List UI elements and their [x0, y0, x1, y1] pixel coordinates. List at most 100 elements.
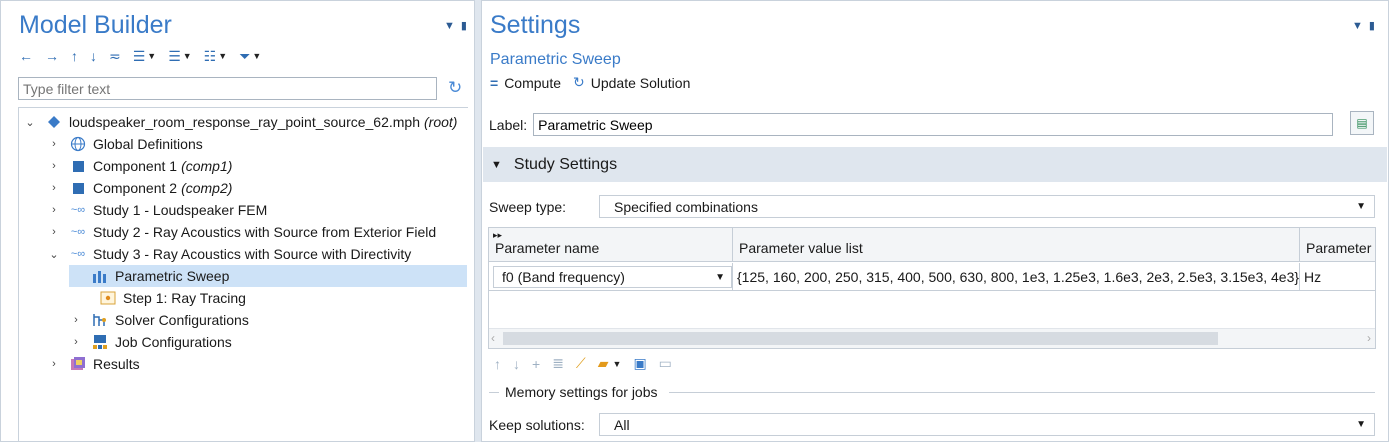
solver-configurations-icon	[91, 312, 109, 328]
list-icon: ☷	[203, 47, 217, 64]
tree-node-component-2[interactable]: › Component 2 (comp2)	[47, 177, 232, 199]
tree-node-study-1[interactable]: › ~∞ Study 1 - Loudspeaker FEM	[47, 199, 267, 221]
tree-node-label: Component 1	[93, 158, 178, 174]
parametric-sweep-icon	[91, 268, 109, 284]
save-to-file-icon[interactable]: ▣	[633, 355, 646, 372]
panel-pin-controls[interactable]: ▼ ▮	[444, 19, 467, 32]
forward-arrow-icon[interactable]: →	[45, 48, 59, 64]
scrollbar-thumb[interactable]	[503, 332, 1218, 345]
tree-node-parametric-sweep[interactable]: Parametric Sweep	[69, 265, 467, 287]
column-header-parameter-value-list[interactable]: Parameter value list	[733, 228, 1300, 262]
parameter-name-cell[interactable]: f0 (Band frequency) ▼	[489, 263, 733, 291]
tree-node-label: Component 2	[93, 180, 178, 196]
expand-chevron-icon[interactable]: ›	[47, 226, 61, 238]
tree-node-component-1[interactable]: › Component 1 (comp1)	[47, 155, 232, 177]
label-row: Label:	[489, 113, 1334, 136]
move-down-icon[interactable]: ↓	[513, 356, 520, 372]
study-icon: ~∞	[70, 204, 86, 216]
label-input[interactable]	[533, 113, 1334, 136]
column-header-parameter-name[interactable]: ▸▸ Parameter name	[489, 228, 733, 262]
chevron-down-icon[interactable]: ▼	[613, 359, 622, 369]
double-arrow-icon[interactable]: ▸▸	[493, 230, 502, 241]
table-horizontal-scrollbar[interactable]: ‹ ›	[489, 328, 1375, 348]
parameter-unit-cell[interactable]: Hz	[1300, 263, 1375, 291]
parameter-value-list-cell[interactable]: {125, 160, 200, 250, 315, 400, 500, 630,…	[733, 263, 1300, 291]
parameter-table: ▸▸ Parameter name Parameter value list P…	[488, 227, 1376, 349]
collapse-chevron-icon[interactable]: ⌄	[23, 116, 37, 129]
component-cube-icon	[69, 180, 87, 196]
collapse-sections-button[interactable]: ☰ ▼	[168, 48, 191, 65]
panel-menu-chevron-icon[interactable]: ▼	[444, 20, 455, 32]
pin-icon[interactable]: ▮	[1369, 20, 1375, 32]
label-caption: Label:	[489, 116, 528, 133]
add-icon[interactable]: +	[532, 356, 540, 372]
tree-node-root[interactable]: ⌄ loudspeaker_room_response_ray_point_so…	[23, 111, 457, 133]
filter-button[interactable]: ⏷ ▼	[239, 48, 261, 65]
compute-button[interactable]: Compute	[504, 75, 561, 91]
keep-solutions-caption: Keep solutions:	[489, 416, 585, 433]
reset-label-icon: ▤	[1356, 116, 1368, 130]
move-up-icon[interactable]: ↑	[71, 48, 78, 64]
tree-node-step-1[interactable]: Step 1: Ray Tracing	[77, 287, 246, 309]
update-solution-icon[interactable]: ↻	[573, 74, 585, 91]
back-arrow-icon[interactable]: ←	[19, 48, 33, 64]
delete-rows-icon[interactable]: ≣	[552, 355, 564, 372]
tree-node-results[interactable]: › Results	[47, 353, 140, 375]
keep-solutions-select[interactable]: All ▼	[599, 413, 1375, 436]
compute-icon[interactable]: =	[490, 75, 498, 91]
move-up-icon[interactable]: ↑	[494, 356, 501, 372]
expand-chevron-icon[interactable]: ›	[69, 314, 83, 326]
model-builder-panel: Model Builder ▼▮ ← → ↑ ↓ ≂ ☰▼ ☰▼ ☷▼ ⏷▼ ↻…	[0, 0, 475, 442]
parameter-name-value: f0 (Band frequency)	[502, 269, 625, 285]
expand-chevron-icon[interactable]: ›	[47, 182, 61, 194]
collapse-icon: ☰	[168, 47, 181, 64]
load-from-file-icon[interactable]: ▰	[598, 355, 609, 372]
clear-table-icon[interactable]: ⟋	[576, 355, 586, 372]
expand-chevron-icon[interactable]: ›	[47, 204, 61, 216]
study-settings-section[interactable]: ▼ Study Settings	[483, 147, 1387, 182]
tree-node-study-2[interactable]: › ~∞ Study 2 - Ray Acoustics with Source…	[47, 221, 436, 243]
reset-label-button[interactable]: ▤	[1350, 111, 1374, 135]
scroll-left-icon[interactable]: ‹	[491, 331, 495, 345]
section-collapse-icon[interactable]: ▼	[491, 159, 502, 171]
expand-sections-button[interactable]: ☰ ▼	[133, 48, 156, 65]
tree-node-label: Job Configurations	[115, 334, 232, 350]
expand-icon: ☰	[132, 47, 146, 64]
export-icon[interactable]: ▭	[659, 355, 672, 372]
tree-node-solver-configurations[interactable]: › Solver Configurations	[69, 309, 249, 331]
study-icon: ~∞	[70, 226, 86, 238]
study-icon: ~∞	[70, 248, 86, 260]
section-title: Study Settings	[513, 155, 618, 173]
panel-pin-controls[interactable]: ▼ ▮	[1352, 19, 1375, 32]
tree-node-study-3[interactable]: ⌄ ~∞ Study 3 - Ray Acoustics with Source…	[47, 243, 411, 265]
expand-chevron-icon[interactable]: ›	[47, 160, 61, 172]
scroll-right-icon[interactable]: ›	[1367, 331, 1371, 345]
table-row[interactable]: f0 (Band frequency) ▼ {125, 160, 200, 25…	[489, 263, 1375, 291]
expand-chevron-icon[interactable]: ›	[69, 336, 83, 348]
chevron-down-icon: ▼	[1356, 201, 1366, 212]
show-icon[interactable]: ≂	[109, 48, 121, 65]
tree-node-label: Global Definitions	[93, 136, 203, 152]
expand-chevron-icon[interactable]: ›	[47, 138, 61, 150]
settings-actions: = Compute ↻ Update Solution	[490, 74, 690, 91]
settings-subtitle: Parametric Sweep	[490, 51, 621, 68]
header-label: Parameter	[1306, 240, 1372, 256]
parameter-name-select[interactable]: f0 (Band frequency) ▼	[493, 266, 732, 288]
column-header-parameter-unit[interactable]: Parameter	[1300, 228, 1375, 262]
table-header: ▸▸ Parameter name Parameter value list P…	[489, 228, 1375, 262]
panel-menu-chevron-icon[interactable]: ▼	[1352, 20, 1363, 32]
pin-icon[interactable]: ▮	[461, 20, 467, 32]
sweep-type-select[interactable]: Specified combinations ▼	[599, 195, 1375, 218]
update-solution-button[interactable]: Update Solution	[591, 75, 691, 91]
chevron-down-icon: ▼	[715, 271, 725, 283]
tree-node-global-definitions[interactable]: › Global Definitions	[47, 133, 203, 155]
tree-filter-input[interactable]	[18, 77, 437, 100]
expand-chevron-icon[interactable]: ›	[47, 358, 61, 370]
tree-node-label: Parametric Sweep	[115, 268, 230, 284]
collapse-chevron-icon[interactable]: ⌄	[47, 248, 61, 261]
refresh-icon[interactable]: ↻	[448, 78, 462, 98]
tree-node-job-configurations[interactable]: › Job Configurations	[69, 331, 232, 353]
move-down-icon[interactable]: ↓	[90, 48, 97, 64]
globe-icon	[69, 136, 87, 152]
list-view-button[interactable]: ☷ ▼	[204, 48, 227, 65]
